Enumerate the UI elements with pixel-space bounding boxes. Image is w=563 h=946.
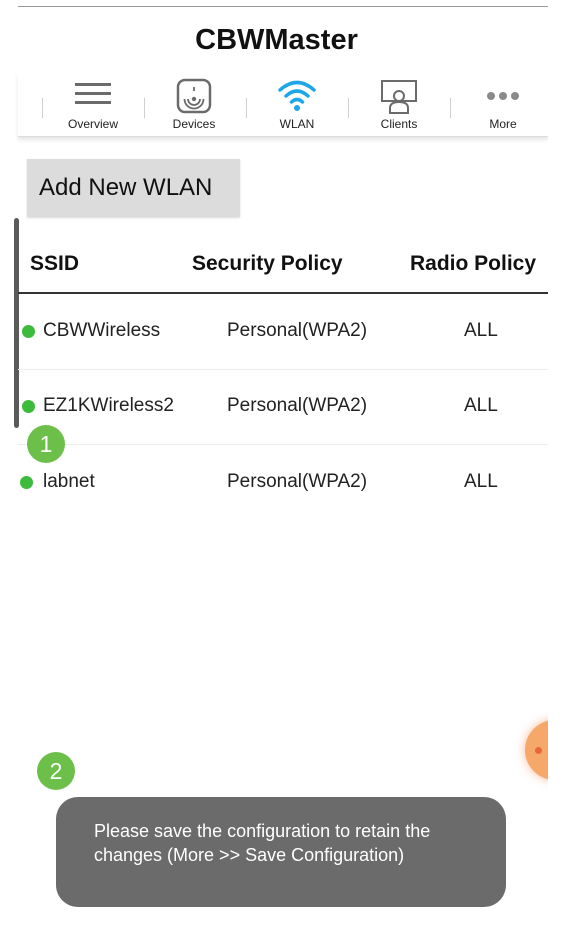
cell-ssid: CBWWireless [43,320,161,341]
clients-icon [381,80,417,114]
nav-item-wlan[interactable]: WLAN [252,72,342,136]
nav-label-overview: Overview [67,117,118,131]
cell-security-policy: Personal(WPA2) [227,471,368,492]
cell-radio-policy: ALL [464,471,498,492]
fab-dot-icon [535,747,542,754]
wifi-icon [278,80,316,111]
table-row[interactable]: CBWWireless Personal(WPA2) ALL [18,294,548,370]
nav-separator [144,98,145,118]
nav-item-devices[interactable]: Devices [149,72,239,136]
top-divider [18,6,548,7]
nav-separator [348,98,349,118]
right-edge [548,0,563,946]
cell-security-policy: Personal(WPA2) [227,320,368,341]
status-dot [20,476,33,489]
wlan-table-header: SSID Security Policy Radio Policy [18,236,548,294]
step-badge-2: 2 [37,752,75,790]
column-header-security-policy: Security Policy [192,252,343,275]
nav-item-clients[interactable]: Clients [354,72,444,136]
add-new-wlan-button[interactable]: Add New WLAN [27,159,240,217]
top-nav-bar: Overview Devices WLAN Clients More [18,72,548,137]
save-config-toast: Please save the configuration to retain … [56,797,506,907]
cell-ssid: labnet [43,471,95,492]
nav-separator [450,98,451,118]
nav-item-more[interactable]: More [458,72,548,136]
toast-message: Please save the configuration to retain … [94,821,431,865]
cell-radio-policy: ALL [464,395,498,416]
nav-label-devices: Devices [172,117,216,131]
table-row[interactable]: EZ1KWireless2 Personal(WPA2) ALL [18,369,548,445]
nav-label-more: More [489,117,517,131]
column-header-ssid: SSID [30,252,80,275]
table-row[interactable]: labnet Personal(WPA2) ALL [18,444,548,519]
column-header-radio-policy: Radio Policy [410,252,537,275]
app-title: CBWMaster [195,24,358,56]
nav-label-clients: Clients [380,117,418,131]
nav-separator [42,98,43,118]
menu-icon [75,83,111,104]
step-badge-1: 1 [27,425,65,463]
nav-label-wlan: WLAN [279,117,315,131]
status-dot [22,400,35,413]
cell-ssid: EZ1KWireless2 [43,395,174,416]
wlan-page: CBWMaster Overview Devices WLAN Clients … [0,0,563,946]
nav-item-overview[interactable]: Overview [48,72,138,136]
nav-separator [246,98,247,118]
cell-security-policy: Personal(WPA2) [227,395,368,416]
status-dot [22,325,35,338]
cell-radio-policy: ALL [464,320,498,341]
access-point-icon [176,78,212,114]
more-dots-icon [487,92,519,100]
